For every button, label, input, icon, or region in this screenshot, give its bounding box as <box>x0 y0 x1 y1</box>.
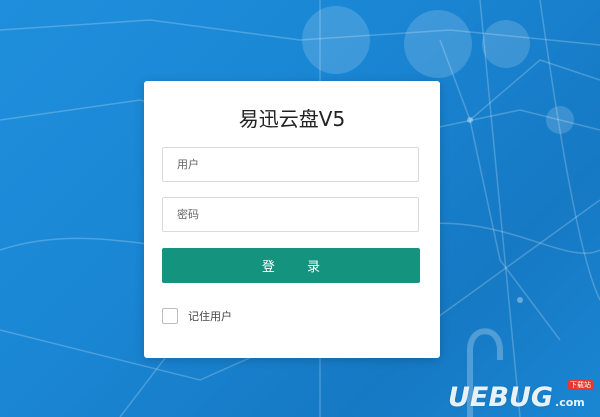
remember-user-checkbox[interactable] <box>162 308 178 324</box>
app-title: 易迅云盘V5 <box>238 107 346 131</box>
login-card: 易迅云盘V5 登 录 记住用户 <box>144 81 440 358</box>
password-input[interactable] <box>162 197 419 232</box>
watermark-badge: 下载站 <box>568 380 593 390</box>
username-input[interactable] <box>162 147 419 182</box>
remember-user-option[interactable]: 记住用户 <box>162 307 232 325</box>
site-watermark: UEBUG .com 下载站 <box>448 380 593 413</box>
login-button[interactable]: 登 录 <box>162 248 420 283</box>
watermark-domain-suffix: .com <box>555 396 585 409</box>
remember-user-label: 记住用户 <box>188 310 232 323</box>
watermark-logo-text: UEBUG <box>448 381 554 413</box>
